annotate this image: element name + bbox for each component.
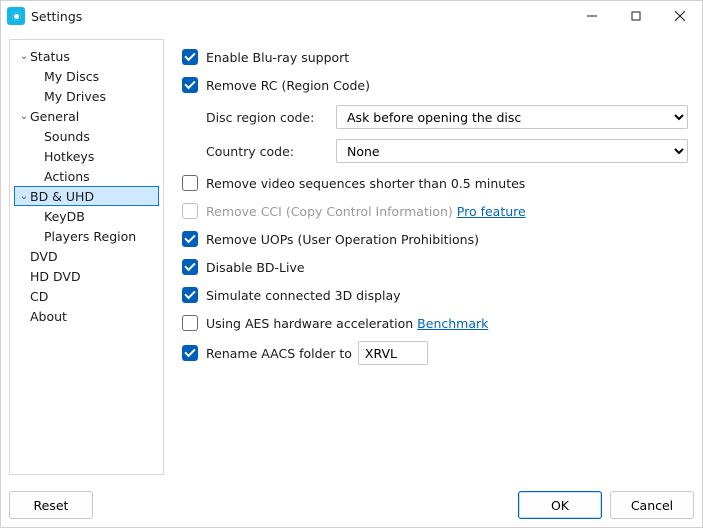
chevron-down-icon: ⌄	[18, 51, 30, 62]
tree-my-drives[interactable]: My Drives	[14, 86, 159, 106]
enable-bluray-label[interactable]: Enable Blu-ray support	[206, 50, 349, 65]
nav-tree: ⌄Status My Discs My Drives ⌄General Soun…	[9, 39, 164, 475]
simulate-3d-label[interactable]: Simulate connected 3D display	[206, 288, 401, 303]
tree-keydb[interactable]: KeyDB	[14, 206, 159, 226]
tree-about[interactable]: About	[14, 306, 159, 326]
rename-aacs-checkbox[interactable]	[182, 345, 198, 361]
disc-region-select[interactable]: Ask before opening the disc	[336, 105, 688, 129]
tree-actions[interactable]: Actions	[14, 166, 159, 186]
simulate-3d-checkbox[interactable]	[182, 287, 198, 303]
aes-hw-checkbox[interactable]	[182, 315, 198, 331]
tree-status[interactable]: ⌄Status	[14, 46, 159, 66]
ok-button[interactable]: OK	[518, 491, 602, 519]
close-button[interactable]	[658, 1, 702, 31]
remove-cci-label: Remove CCI (Copy Control Information)	[206, 204, 453, 219]
tree-cd[interactable]: CD	[14, 286, 159, 306]
tree-sounds[interactable]: Sounds	[14, 126, 159, 146]
aes-hw-label[interactable]: Using AES hardware acceleration	[206, 316, 413, 331]
cancel-button[interactable]: Cancel	[610, 491, 694, 519]
country-code-select[interactable]: None	[336, 139, 688, 163]
app-icon	[7, 7, 25, 25]
rename-aacs-input[interactable]	[358, 341, 428, 365]
tree-players-region[interactable]: Players Region	[14, 226, 159, 246]
remove-rc-label[interactable]: Remove RC (Region Code)	[206, 78, 370, 93]
tree-general[interactable]: ⌄General	[14, 106, 159, 126]
chevron-down-icon: ⌄	[18, 111, 30, 122]
remove-rc-checkbox[interactable]	[182, 77, 198, 93]
remove-uops-label[interactable]: Remove UOPs (User Operation Prohibitions…	[206, 232, 479, 247]
maximize-button[interactable]	[614, 1, 658, 31]
country-code-label: Country code:	[206, 144, 336, 159]
remove-short-label[interactable]: Remove video sequences shorter than 0.5 …	[206, 176, 525, 191]
settings-panel: Enable Blu-ray support Remove RC (Region…	[176, 39, 694, 475]
chevron-down-icon: ⌄	[18, 191, 30, 202]
rename-aacs-label[interactable]: Rename AACS folder to	[206, 346, 352, 361]
minimize-button[interactable]	[570, 1, 614, 31]
remove-cci-checkbox	[182, 203, 198, 219]
tree-bd-uhd[interactable]: ⌄BD & UHD	[14, 186, 159, 206]
tree-dvd[interactable]: DVD	[14, 246, 159, 266]
disable-bdlive-label[interactable]: Disable BD-Live	[206, 260, 305, 275]
disable-bdlive-checkbox[interactable]	[182, 259, 198, 275]
tree-hotkeys[interactable]: Hotkeys	[14, 146, 159, 166]
titlebar: Settings	[1, 1, 702, 31]
window-title: Settings	[31, 9, 570, 24]
remove-short-checkbox[interactable]	[182, 175, 198, 191]
reset-button[interactable]: Reset	[9, 491, 93, 519]
benchmark-link[interactable]: Benchmark	[417, 316, 488, 331]
footer: Reset OK Cancel	[1, 483, 702, 527]
tree-my-discs[interactable]: My Discs	[14, 66, 159, 86]
tree-hddvd[interactable]: HD DVD	[14, 266, 159, 286]
pro-feature-link[interactable]: Pro feature	[457, 204, 526, 219]
enable-bluray-checkbox[interactable]	[182, 49, 198, 65]
remove-uops-checkbox[interactable]	[182, 231, 198, 247]
disc-region-label: Disc region code:	[206, 110, 336, 125]
